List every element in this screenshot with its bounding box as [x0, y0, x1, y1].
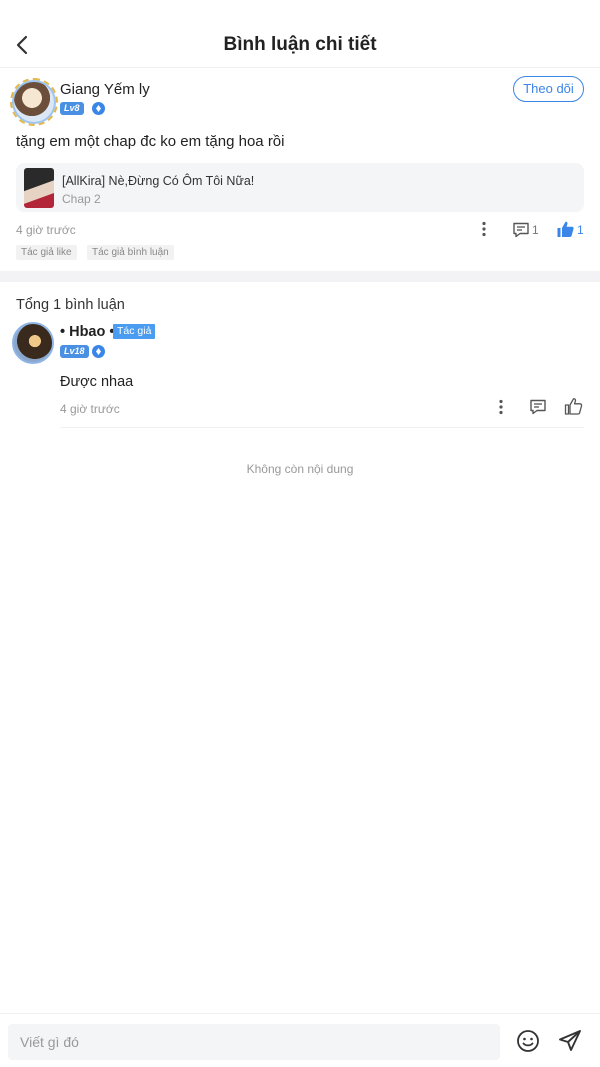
comment-input[interactable]	[8, 1024, 500, 1060]
section-divider	[0, 271, 600, 282]
chapter-number: Chap 2	[62, 192, 101, 206]
follow-button[interactable]: Theo dõi	[513, 76, 584, 102]
comment-icon[interactable]	[512, 221, 530, 239]
level-badge: Lv18	[60, 345, 89, 358]
divider	[60, 427, 584, 428]
timestamp: 4 giờ trước	[60, 402, 120, 416]
chapter-card[interactable]: [AllKira] Nè,Đừng Có Ôm Tôi Nữa! Chap 2	[16, 163, 584, 212]
thumbs-up-icon[interactable]	[556, 220, 575, 239]
like-count: 1	[577, 223, 584, 237]
avatar[interactable]	[12, 322, 54, 364]
diamond-icon	[92, 345, 105, 358]
author-badge: Tác giả	[113, 324, 156, 339]
avatar-frame	[10, 78, 58, 126]
timestamp: 4 giờ trước	[16, 223, 76, 237]
comment-count: 1	[532, 223, 539, 237]
diamond-icon	[92, 102, 105, 115]
chapter-thumbnail	[24, 168, 54, 208]
emoji-icon[interactable]	[516, 1029, 540, 1053]
avatar[interactable]	[10, 78, 58, 126]
page-title: Bình luận chi tiết	[223, 34, 377, 55]
comment-text: tặng em một chap đc ko em tặng hoa rồi	[16, 133, 285, 150]
total-comments: Tổng 1 bình luận	[16, 297, 125, 313]
top-bar: Bình luận chi tiết	[0, 0, 600, 68]
level-badge: Lv8	[60, 102, 84, 115]
comment-icon[interactable]	[529, 398, 547, 416]
more-icon[interactable]	[494, 399, 508, 415]
comment-composer	[0, 1013, 600, 1067]
end-of-content: Không còn nội dung	[246, 462, 354, 476]
more-icon[interactable]	[477, 221, 491, 237]
username[interactable]: • Hbao •	[60, 324, 114, 340]
comment-text: Được nhaa	[60, 374, 134, 390]
username[interactable]: Giang Yếm ly	[60, 81, 150, 98]
chapter-title: [AllKira] Nè,Đừng Có Ôm Tôi Nữa!	[62, 174, 255, 188]
tag-author-like: Tác giả like	[16, 245, 77, 260]
tag-author-comment: Tác giả bình luận	[87, 245, 174, 260]
send-icon[interactable]	[557, 1028, 583, 1054]
thumbs-up-icon[interactable]	[564, 397, 583, 416]
